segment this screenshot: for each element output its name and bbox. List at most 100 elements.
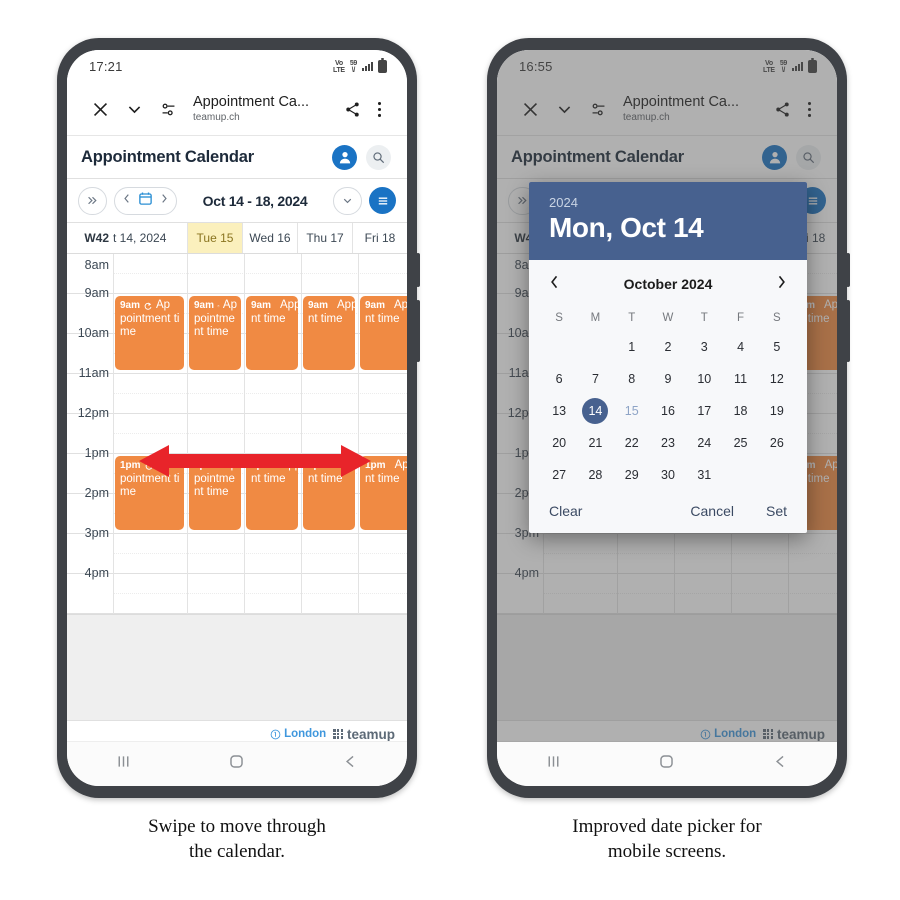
set-button[interactable]: Set (766, 503, 787, 519)
date-cell[interactable]: 2 (655, 334, 681, 360)
date-picker-cell[interactable]: 25 (722, 427, 758, 459)
date-picker-cell[interactable]: 29 (614, 459, 650, 491)
calendar-body[interactable]: 8am9am10am11am12pm1pm2pm3pm4pm 9amAppoin… (67, 254, 407, 720)
date-cell[interactable]: 1 (619, 334, 645, 360)
date-cell-selected[interactable]: 14 (582, 398, 609, 424)
calendar-icon[interactable] (138, 191, 153, 211)
date-picker-cell[interactable]: 4 (722, 331, 758, 363)
recents-icon[interactable] (545, 753, 562, 775)
recents-icon[interactable] (115, 753, 132, 775)
phone-power-button[interactable] (846, 253, 850, 287)
date-cell[interactable]: 28 (582, 462, 608, 488)
date-cell[interactable]: 26 (764, 430, 790, 456)
date-picker-cell[interactable]: 13 (541, 395, 577, 427)
close-icon[interactable] (83, 101, 117, 118)
expand-sidebar-button[interactable] (78, 186, 107, 215)
date-cell[interactable]: 10 (691, 366, 717, 392)
chevron-right-icon[interactable] (776, 274, 787, 293)
date-cell[interactable]: 20 (546, 430, 572, 456)
calendar-event[interactable]: 9am Appointment time (246, 296, 298, 370)
date-cell[interactable]: 21 (582, 430, 608, 456)
date-picker-cell[interactable]: 8 (614, 363, 650, 395)
date-picker-cell[interactable]: 27 (541, 459, 577, 491)
phone-volume-button[interactable] (416, 300, 420, 362)
next-period-button[interactable] (159, 192, 169, 210)
date-cell[interactable]: 9 (655, 366, 681, 392)
date-cell[interactable]: 22 (619, 430, 645, 456)
date-cell[interactable]: 5 (764, 334, 790, 360)
calendar-event[interactable]: 9am Appointment time (115, 296, 184, 370)
date-picker-cell[interactable]: 16 (650, 395, 686, 427)
date-cell[interactable]: 8 (619, 366, 645, 392)
date-picker-cell[interactable]: 31 (686, 459, 722, 491)
date-cell[interactable]: 15 (619, 398, 645, 424)
timezone-label[interactable]: London (270, 728, 326, 740)
date-picker-cell[interactable]: 1 (614, 331, 650, 363)
date-cell[interactable]: 23 (655, 430, 681, 456)
date-picker-cell[interactable]: 2 (650, 331, 686, 363)
date-cell[interactable]: 12 (764, 366, 790, 392)
date-cell[interactable]: 30 (655, 462, 681, 488)
date-picker-cell[interactable]: 14 (577, 395, 613, 427)
hour-row[interactable]: 3pm (67, 526, 407, 574)
date-cell[interactable]: 16 (655, 398, 681, 424)
date-cell[interactable]: 29 (619, 462, 645, 488)
date-picker-cell[interactable]: 6 (541, 363, 577, 395)
date-cell[interactable]: 19 (764, 398, 790, 424)
date-cell[interactable]: 6 (546, 366, 572, 392)
hour-row[interactable]: 11am (67, 366, 407, 414)
back-icon[interactable] (772, 753, 789, 775)
hamburger-menu-icon[interactable] (369, 187, 396, 214)
date-cell[interactable]: 11 (728, 366, 754, 392)
date-cell[interactable]: 25 (728, 430, 754, 456)
home-icon[interactable] (658, 753, 675, 775)
date-picker-cell[interactable]: 24 (686, 427, 722, 459)
share-icon[interactable] (335, 101, 369, 118)
date-picker-cell[interactable]: 30 (650, 459, 686, 491)
chevron-down-icon[interactable] (117, 101, 151, 118)
date-picker-cell[interactable]: 5 (759, 331, 795, 363)
day-header-thu[interactable]: Thu 17 (297, 223, 352, 253)
date-cell[interactable]: 18 (728, 398, 754, 424)
day-header-fri[interactable]: Fri 18 (352, 223, 407, 253)
date-picker-cell[interactable]: 26 (759, 427, 795, 459)
cancel-button[interactable]: Cancel (690, 503, 734, 519)
back-icon[interactable] (342, 753, 359, 775)
phone-power-button[interactable] (416, 253, 420, 287)
home-icon[interactable] (228, 753, 245, 775)
chevron-left-icon[interactable] (549, 274, 560, 293)
more-vertical-icon[interactable] (369, 101, 389, 118)
page-settings-icon[interactable] (151, 101, 185, 118)
date-picker-cell[interactable]: 28 (577, 459, 613, 491)
date-cell[interactable]: 4 (728, 334, 754, 360)
date-picker-cell[interactable]: 18 (722, 395, 758, 427)
date-picker-cell[interactable]: 12 (759, 363, 795, 395)
date-picker-cell[interactable]: 15 (614, 395, 650, 427)
calendar-event[interactable]: 9am Appointment time (189, 296, 241, 370)
date-cell[interactable]: 17 (691, 398, 717, 424)
date-cell[interactable]: 27 (546, 462, 572, 488)
prev-period-button[interactable] (122, 192, 132, 210)
view-dropdown-button[interactable] (333, 186, 362, 215)
user-avatar-icon[interactable] (332, 144, 357, 170)
search-icon[interactable] (366, 144, 391, 170)
date-cell[interactable]: 31 (691, 462, 717, 488)
calendar-event[interactable]: 9am Appointment time (303, 296, 355, 370)
date-picker-cell[interactable]: 21 (577, 427, 613, 459)
date-picker-cell[interactable]: 23 (650, 427, 686, 459)
date-cell[interactable]: 7 (582, 366, 608, 392)
day-header-wed[interactable]: Wed 16 (242, 223, 297, 253)
date-picker-year[interactable]: 2024 (549, 195, 787, 211)
date-picker-cell[interactable]: 11 (722, 363, 758, 395)
date-cell[interactable]: 13 (546, 398, 572, 424)
phone-volume-button[interactable] (846, 300, 850, 362)
day-header-tue[interactable]: Tue 15 (187, 223, 242, 253)
date-picker-cell[interactable]: 10 (686, 363, 722, 395)
date-cell[interactable]: 3 (691, 334, 717, 360)
date-picker-cell[interactable]: 22 (614, 427, 650, 459)
clear-button[interactable]: Clear (549, 503, 582, 519)
date-picker-cell[interactable]: 9 (650, 363, 686, 395)
date-picker-cell[interactable]: 19 (759, 395, 795, 427)
date-picker-cell[interactable]: 20 (541, 427, 577, 459)
hour-row[interactable]: 4pm (67, 566, 407, 614)
